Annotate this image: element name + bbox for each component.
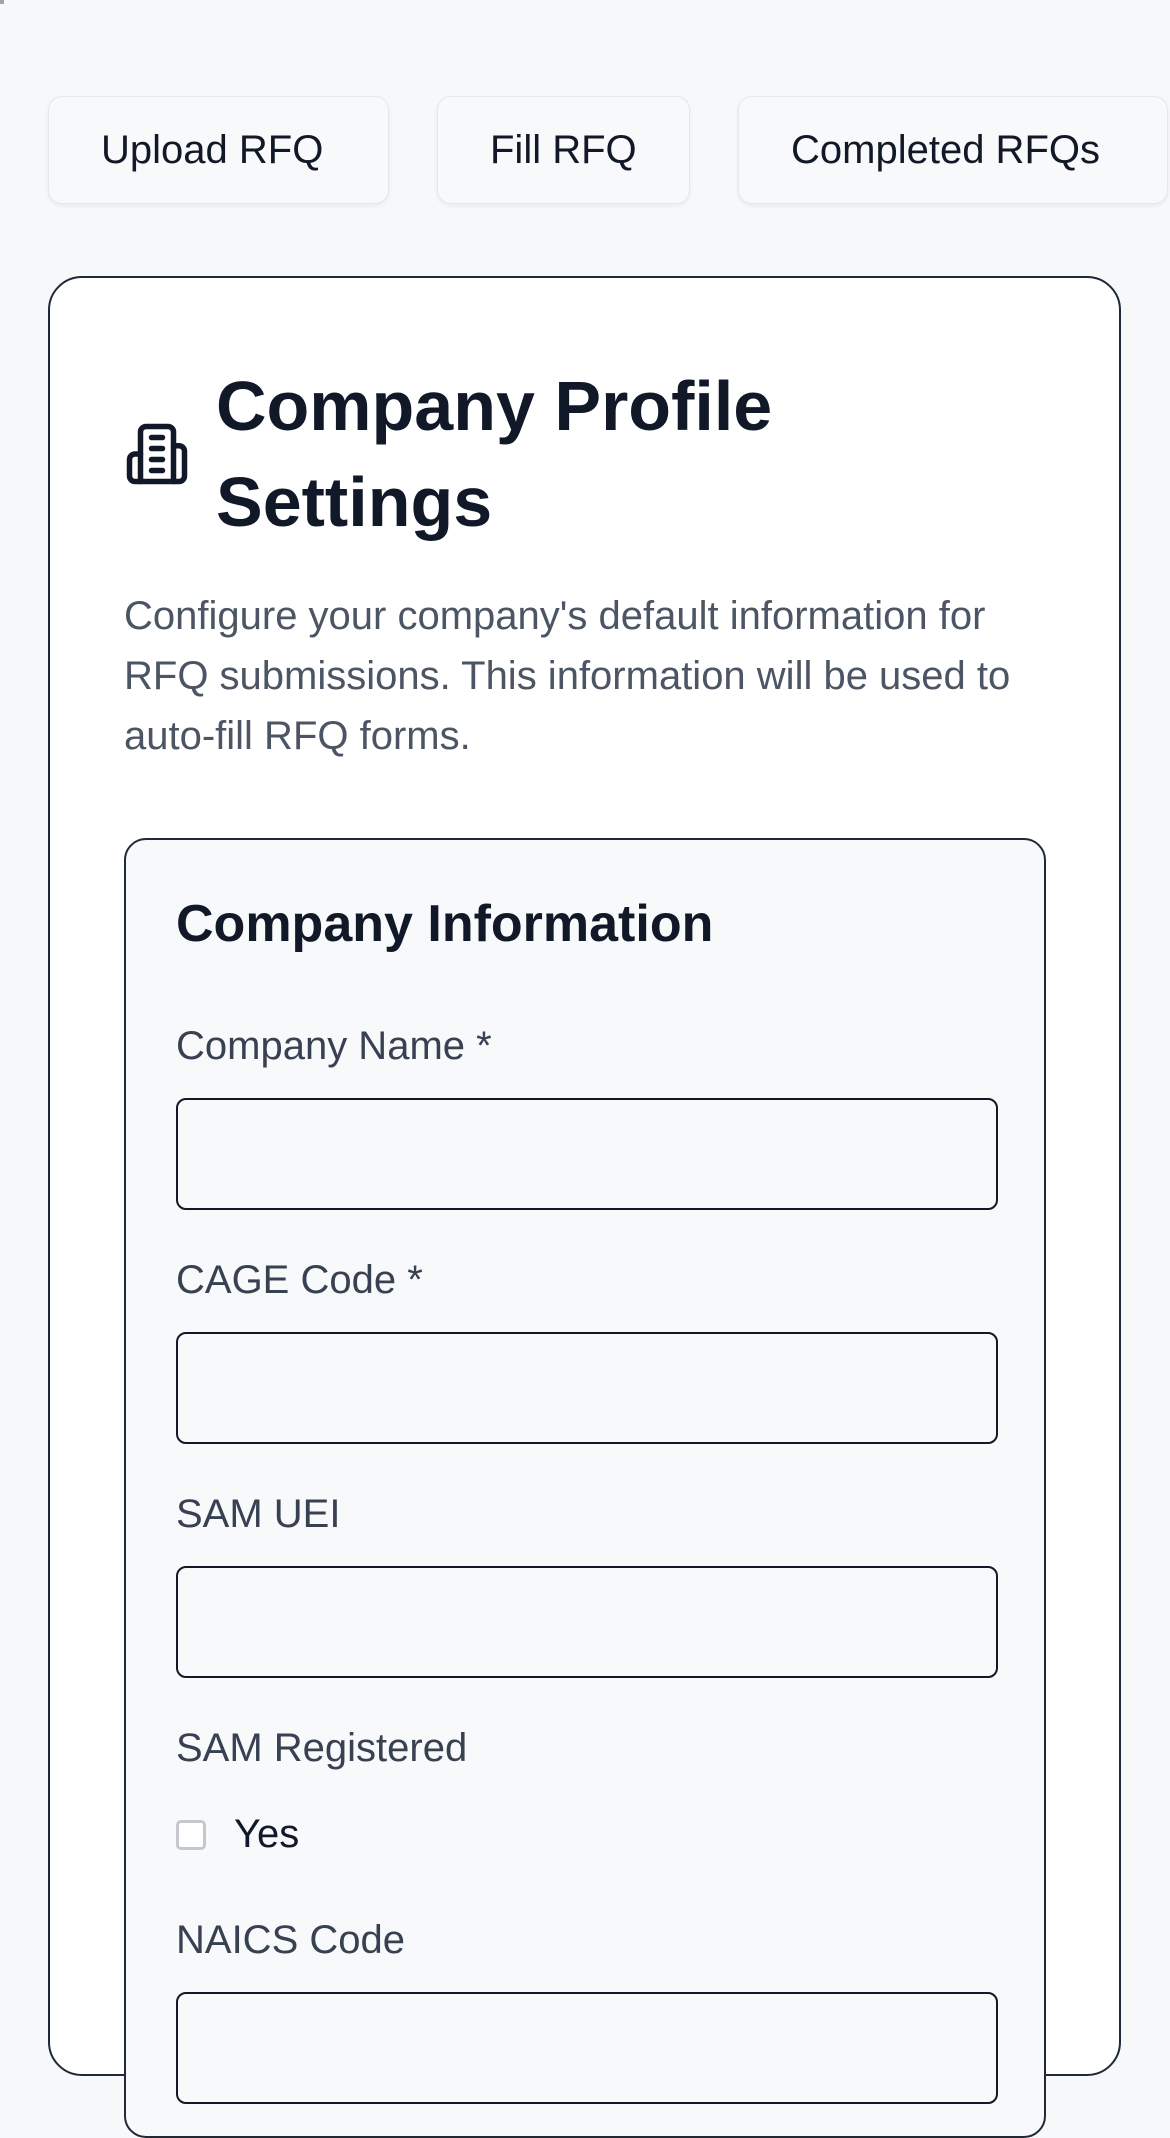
sam-registered-yes-label: Yes — [234, 1812, 300, 1856]
tab-completed-rfqs[interactable]: Completed RFQs — [738, 96, 1168, 204]
sam-registered-checkbox[interactable] — [176, 1819, 206, 1850]
cage-code-input[interactable] — [176, 1332, 998, 1444]
page-title: Company Profile Settings — [216, 367, 773, 541]
corner-marker — [0, 0, 4, 4]
title-row: Company Profile Settings — [124, 358, 836, 550]
tab-bar: Upload RFQ Fill RFQ Completed RFQs — [48, 96, 1168, 204]
sam-uei-label: SAM UEI — [176, 1492, 341, 1536]
naics-code-label: NAICS Code — [176, 1918, 405, 1962]
section-title: Company Information — [176, 895, 714, 953]
company-name-input[interactable] — [176, 1098, 998, 1210]
tab-upload-rfq[interactable]: Upload RFQ — [48, 96, 389, 204]
sam-uei-input[interactable] — [176, 1566, 998, 1678]
naics-code-input[interactable] — [176, 1992, 998, 2104]
company-information-section: Company Information Company Name * CAGE … — [124, 838, 1046, 2138]
tab-fill-rfq[interactable]: Fill RFQ — [437, 96, 690, 204]
cage-code-label: CAGE Code * — [176, 1258, 423, 1302]
company-name-label: Company Name * — [176, 1024, 492, 1068]
building-icon — [126, 423, 188, 485]
company-profile-card: Company Profile Settings Configure your … — [48, 276, 1121, 2138]
sam-registered-option[interactable]: Yes — [176, 1812, 299, 1857]
sam-registered-label: SAM Registered — [176, 1726, 468, 1770]
page-description: Configure your company's default informa… — [124, 594, 1011, 758]
